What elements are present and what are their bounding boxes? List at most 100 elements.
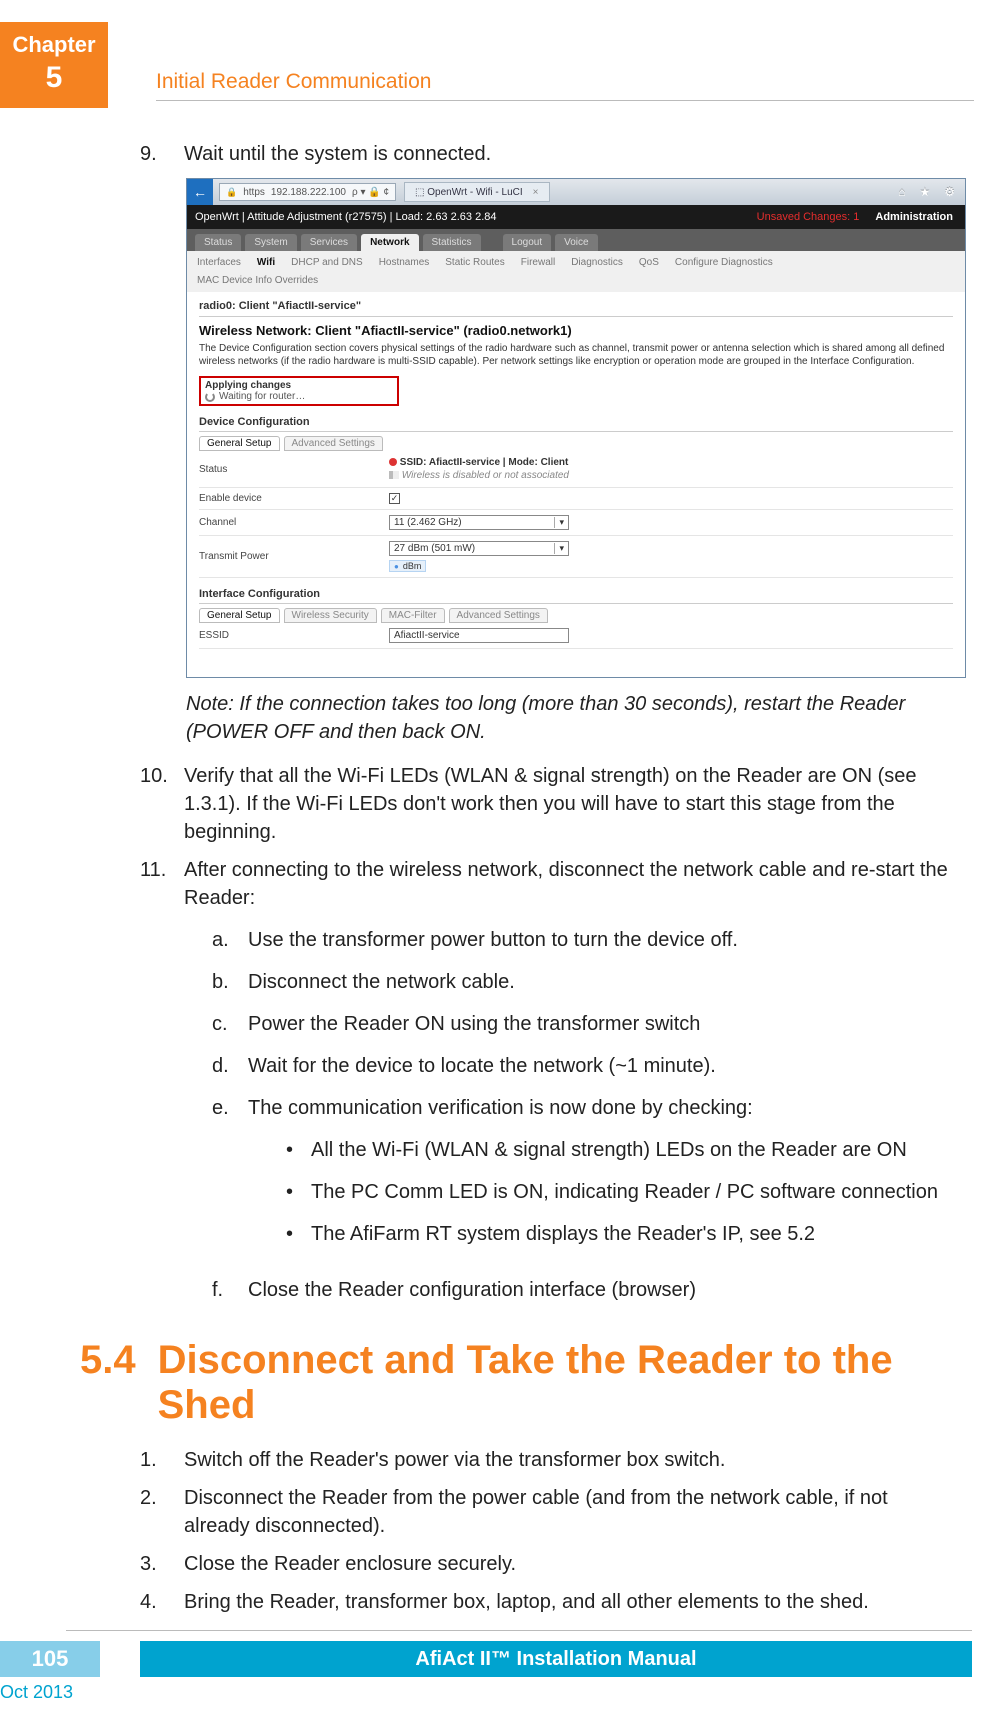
substep-e: e. The communication verification is now… (184, 1094, 954, 1262)
subtab-staticroutes[interactable]: Static Routes (445, 257, 504, 268)
unsaved-changes-link[interactable]: Unsaved Changes: 1 (757, 211, 876, 223)
substep-f: f. Close the Reader configuration interf… (184, 1276, 954, 1304)
connection-note: Note: If the connection takes too long (… (186, 690, 954, 746)
bullet-icon: • (286, 1220, 293, 1248)
luci-page-body: radio0: Client "AfiactII-service" Wirele… (187, 292, 965, 657)
tab-network[interactable]: Network (361, 234, 418, 251)
subtab-dhcp[interactable]: DHCP and DNS (291, 257, 363, 268)
page-number: 105 (0, 1641, 100, 1677)
config-description: The Device Configuration section covers … (199, 342, 953, 368)
address-bar[interactable]: https 192.188.222.100 ρ ▾ 🔒 ¢ (219, 183, 396, 201)
iface-tab-general[interactable]: General Setup (199, 608, 280, 623)
subtab-wifi[interactable]: Wifi (257, 257, 275, 268)
tab-general-setup[interactable]: General Setup (199, 436, 280, 451)
close-tab-icon[interactable]: × (533, 187, 539, 198)
dbm-pill: dBm (389, 560, 426, 572)
embedded-screenshot: ← https 192.188.222.100 ρ ▾ 🔒 ¢ ⬚ OpenWr… (186, 178, 966, 678)
tab-statistics[interactable]: Statistics (423, 234, 481, 251)
enable-device-label: Enable device (199, 493, 389, 504)
step-11: 11. After connecting to the wireless net… (140, 856, 954, 1318)
footer-date: Oct 2013 (0, 1682, 73, 1703)
section-num: 5.4 (80, 1338, 136, 1383)
tab-favicon: ⬚ (415, 187, 424, 198)
tab-status[interactable]: Status (195, 234, 241, 251)
section-title: Disconnect and Take the Reader to the Sh… (158, 1338, 954, 1428)
item-1: 1. Switch off the Reader's power via the… (140, 1446, 954, 1474)
applying-changes-box: Applying changes Waiting for router… (199, 376, 399, 406)
subtab-configdiag[interactable]: Configure Diagnostics (675, 257, 773, 268)
row-enable-device: Enable device ✓ (199, 488, 953, 510)
subtab-firewall[interactable]: Firewall (521, 257, 555, 268)
iface-tab-mac-filter[interactable]: MAC-Filter (381, 608, 445, 623)
enable-device-checkbox[interactable]: ✓ (389, 493, 400, 504)
subtab-qos[interactable]: QoS (639, 257, 659, 268)
radio-header: radio0: Client "AfiactII-service" (199, 300, 953, 317)
bullet-icon: • (286, 1178, 293, 1206)
url-scheme: https (243, 187, 265, 198)
home-icon[interactable]: ⌂ (898, 185, 905, 199)
tab-system[interactable]: System (245, 234, 296, 251)
tx-power-label: Transmit Power (199, 551, 389, 562)
substep-d: d. Wait for the device to locate the net… (184, 1052, 954, 1080)
row-channel: Channel 11 (2.462 GHz) (199, 510, 953, 536)
status-label: Status (199, 464, 389, 475)
row-transmit-power: Transmit Power 27 dBm (501 mW) dBm (199, 536, 953, 578)
bullet-icon: • (286, 1136, 293, 1164)
essid-input[interactable]: AfiactII-service (389, 628, 569, 643)
applying-title: Applying changes (205, 380, 393, 391)
chapter-subtitle-bar: Initial Reader Communication (156, 70, 974, 101)
step-num: 11. (140, 856, 170, 1318)
tab-voice[interactable]: Voice (555, 234, 597, 251)
applying-status: Waiting for router… (219, 391, 305, 402)
step-text: Wait until the system is connected. (184, 140, 954, 168)
browser-tab-title: OpenWrt - Wifi - LuCI (427, 187, 522, 198)
step-num: 9. (140, 140, 170, 168)
chapter-number: 5 (0, 60, 108, 96)
iface-tab-wireless-security[interactable]: Wireless Security (284, 608, 377, 623)
browser-tab[interactable]: ⬚ OpenWrt - Wifi - LuCI × (404, 182, 549, 202)
tab-advanced-settings[interactable]: Advanced Settings (284, 436, 383, 451)
chapter-subtitle: Initial Reader Communication (156, 70, 974, 94)
item-4: 4. Bring the Reader, transformer box, la… (140, 1588, 954, 1616)
signal-bars-icon (389, 471, 399, 479)
footer-rule (66, 1630, 972, 1631)
substep-c: c. Power the Reader ON using the transfo… (184, 1010, 954, 1038)
spinner-icon (205, 392, 215, 402)
lock-icon (226, 187, 237, 198)
administration-link[interactable]: Administration (875, 211, 965, 223)
luci-header: OpenWrt | Attitude Adjustment (r27575) |… (187, 205, 965, 229)
iface-tab-advanced[interactable]: Advanced Settings (449, 608, 548, 623)
row-status: Status SSID: AfiactII-service | Mode: Cl… (199, 451, 953, 488)
network-header: Wireless Network: Client "AfiactII-servi… (199, 323, 953, 338)
wireless-disabled-text: Wireless is disabled or not associated (402, 470, 569, 481)
footer-title-bar: AfiAct II™ Installation Manual (140, 1641, 972, 1677)
device-config-header: Device Configuration (199, 416, 953, 432)
tab-services[interactable]: Services (301, 234, 357, 251)
tab-logout[interactable]: Logout (503, 234, 552, 251)
ie-chrome-buttons: ⌂ ★ ⚙ (898, 185, 965, 199)
signal-icon (389, 458, 397, 466)
luci-main-tabs: Status System Services Network Statistic… (187, 229, 965, 251)
substep-b: b. Disconnect the network cable. (184, 968, 954, 996)
step-text: After connecting to the wireless network… (184, 856, 954, 912)
back-button-icon[interactable]: ← (187, 179, 213, 205)
iface-config-header: Interface Configuration (199, 588, 953, 604)
subtab-hostnames[interactable]: Hostnames (379, 257, 430, 268)
chapter-tab: Chapter 5 (0, 22, 108, 108)
star-icon[interactable]: ★ (919, 185, 930, 199)
subtab-diagnostics[interactable]: Diagnostics (571, 257, 623, 268)
section-5-4-heading: 5.4 Disconnect and Take the Reader to th… (80, 1338, 954, 1428)
bullet: • The PC Comm LED is ON, indicating Read… (286, 1178, 954, 1206)
subtab-interfaces[interactable]: Interfaces (197, 257, 241, 268)
channel-select[interactable]: 11 (2.462 GHz) (389, 515, 569, 530)
url-suffix: ρ ▾ 🔒 ¢ (352, 187, 389, 198)
chapter-label: Chapter (0, 32, 108, 58)
substep-a: a. Use the transformer power button to t… (184, 926, 954, 954)
url-host: 192.188.222.100 (271, 187, 346, 198)
tx-power-select[interactable]: 27 dBm (501 mW) (389, 541, 569, 556)
step-text: Verify that all the Wi-Fi LEDs (WLAN & s… (184, 762, 954, 846)
item-2: 2. Disconnect the Reader from the power … (140, 1484, 954, 1540)
essid-label: ESSID (199, 630, 389, 641)
gear-icon[interactable]: ⚙ (944, 185, 955, 199)
ie-toolbar: ← https 192.188.222.100 ρ ▾ 🔒 ¢ ⬚ OpenWr… (187, 179, 965, 205)
